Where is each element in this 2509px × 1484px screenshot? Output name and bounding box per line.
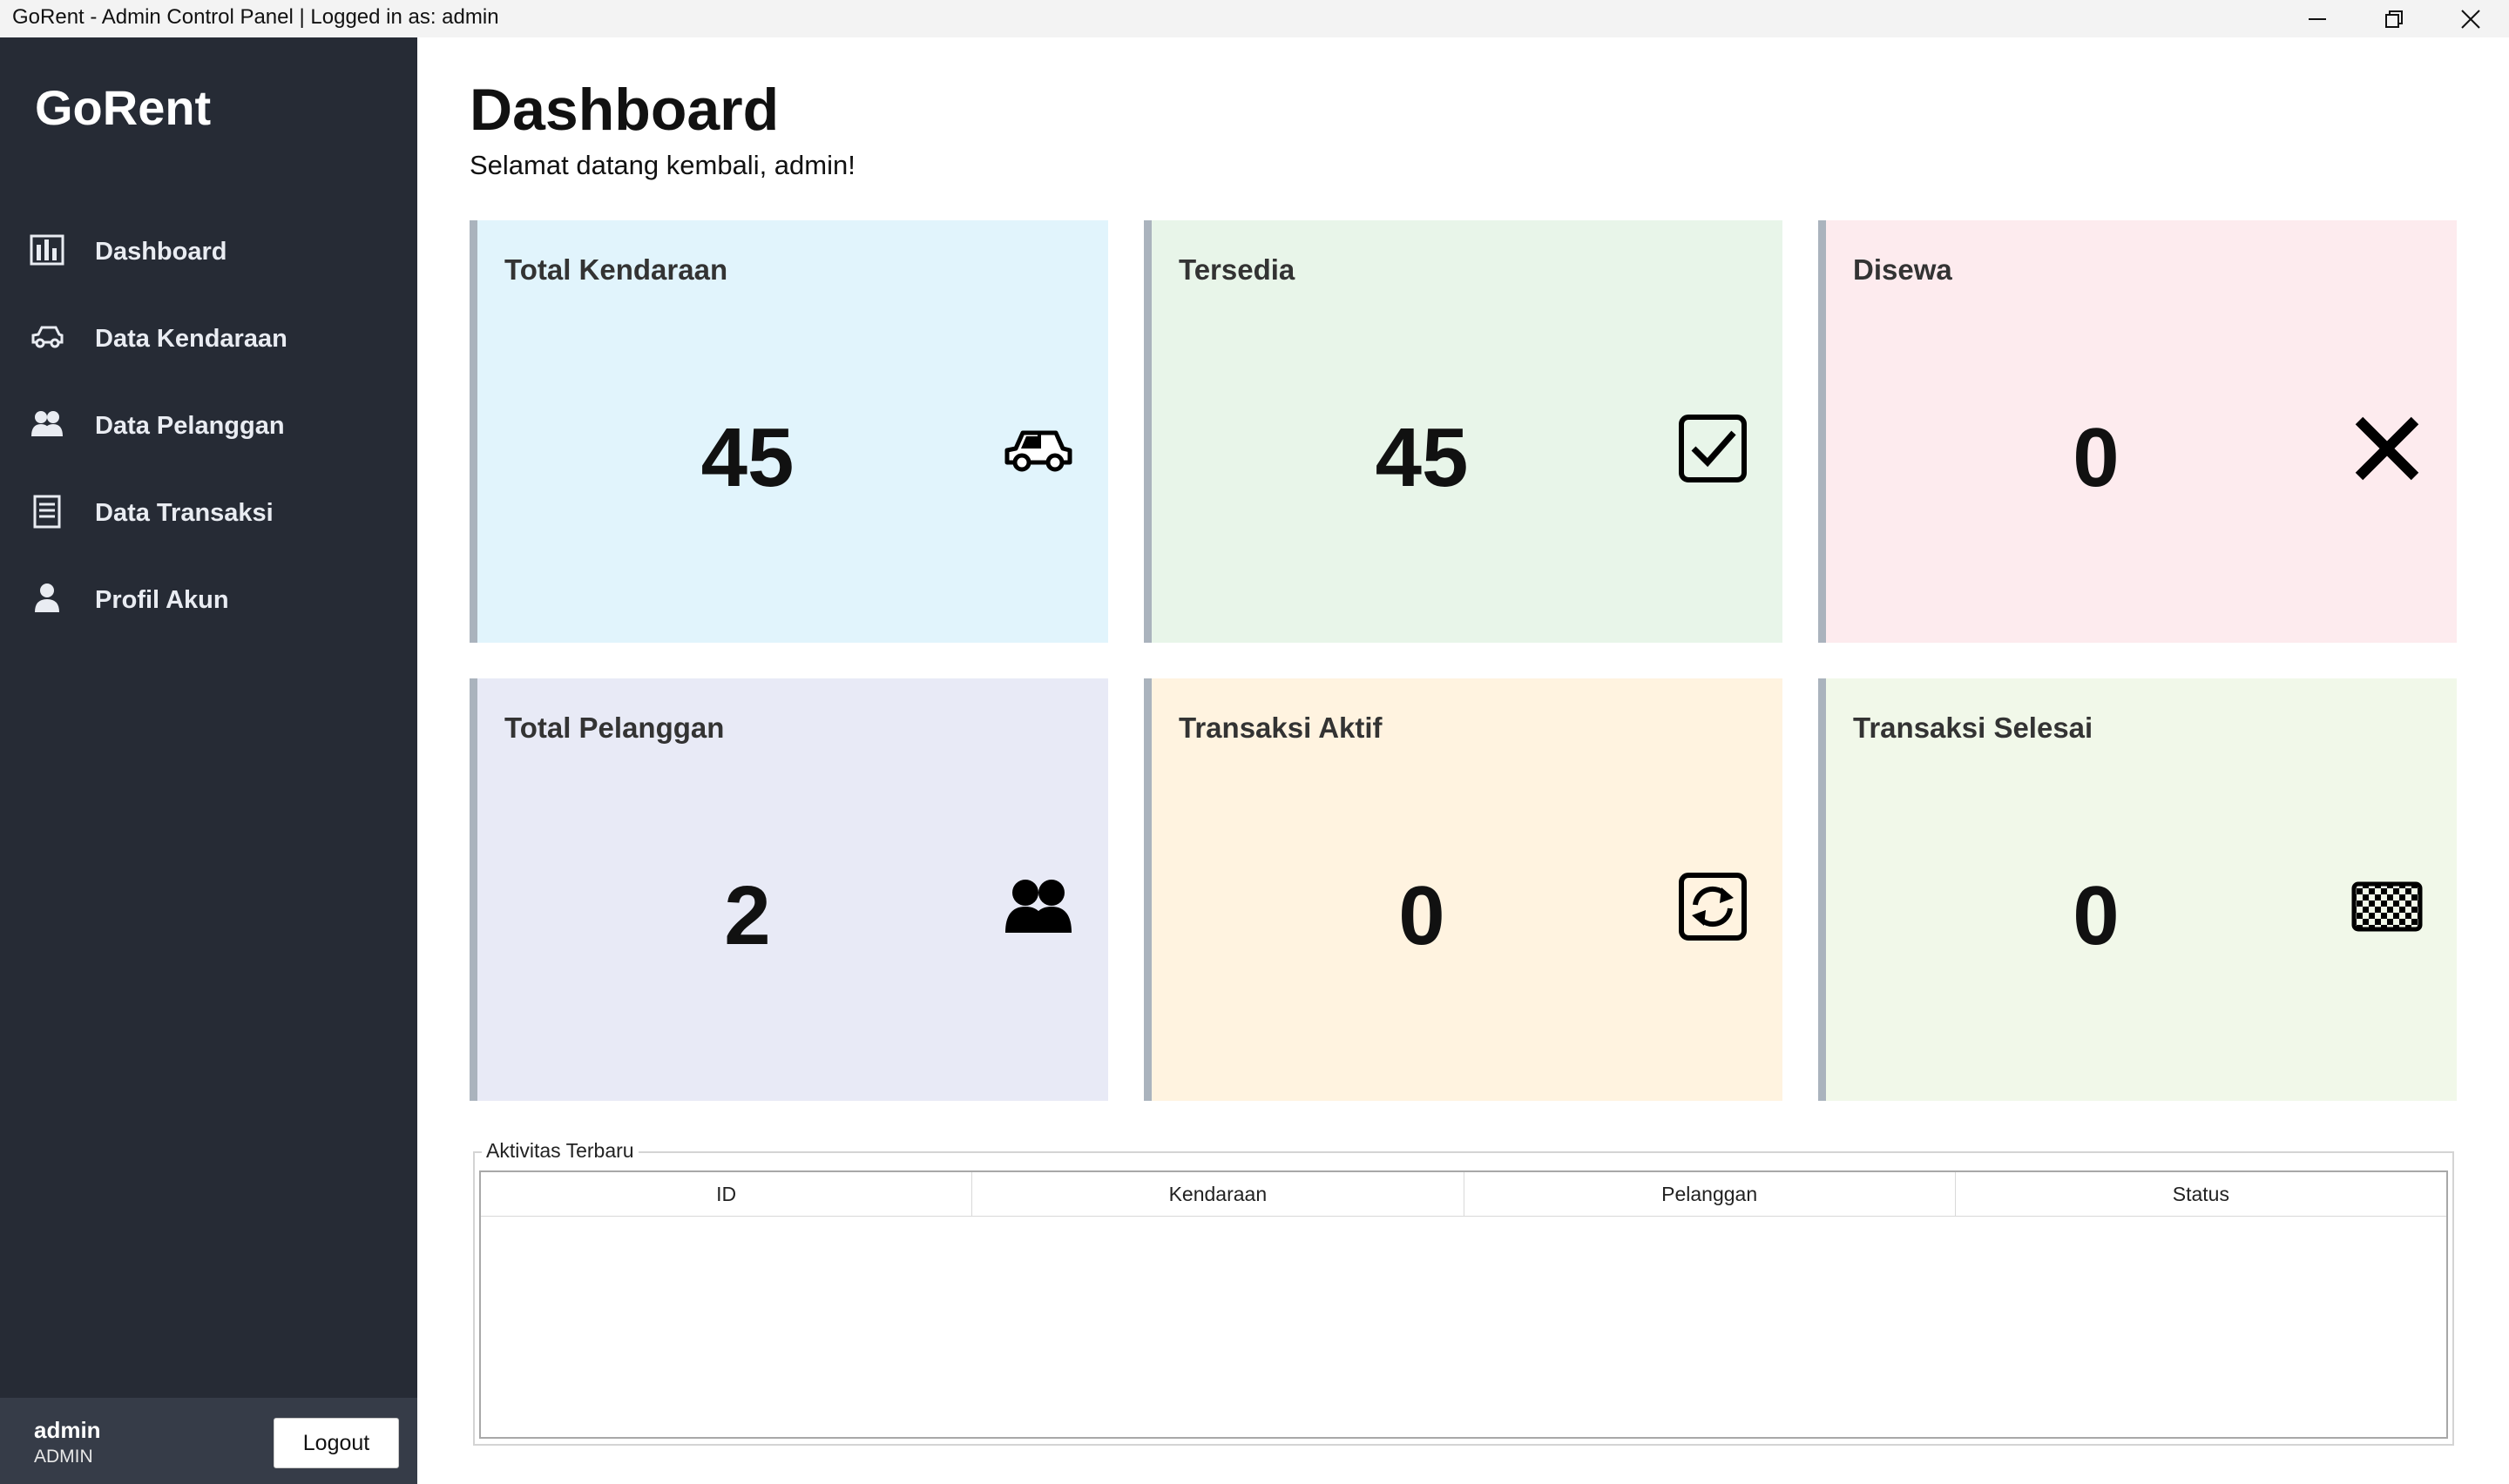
stat-card-tersedia: Tersedia 45 bbox=[1144, 220, 1782, 643]
column-header-kendaraan[interactable]: Kendaraan bbox=[972, 1172, 1464, 1216]
document-icon bbox=[33, 495, 61, 529]
card-title: Transaksi Selesai bbox=[1853, 712, 2093, 744]
users-icon bbox=[31, 411, 63, 436]
sidebar-item-data-kendaraan[interactable]: Data Kendaraan bbox=[0, 300, 417, 379]
card-title: Transaksi Aktif bbox=[1179, 712, 1383, 744]
window-title: GoRent - Admin Control Panel | Logged in… bbox=[12, 5, 499, 29]
card-title: Total Pelanggan bbox=[504, 712, 725, 744]
sidebar-item-label: Dashboard bbox=[95, 238, 227, 266]
sidebar: GoRent Dashboard Data Kendaraan Data Pel… bbox=[0, 37, 417, 1484]
brand-logo: GoRent bbox=[35, 80, 212, 135]
stat-card-transaksi-selesai: Transaksi Selesai 0 bbox=[1818, 678, 2457, 1101]
close-icon bbox=[2461, 10, 2480, 29]
sidebar-item-data-pelanggan[interactable]: Data Pelanggan bbox=[0, 388, 417, 466]
sidebar-item-label: Data Pelanggan bbox=[95, 412, 285, 440]
card-title: Tersedia bbox=[1179, 253, 1295, 286]
minimize-button[interactable] bbox=[2279, 0, 2356, 37]
stat-card-disewa: Disewa 0 bbox=[1818, 220, 2457, 643]
restore-icon bbox=[2385, 10, 2403, 28]
user-icon bbox=[35, 583, 59, 612]
bar-chart-icon bbox=[30, 234, 64, 266]
card-value: 0 bbox=[1398, 869, 1445, 962]
sidebar-item-label: Data Kendaraan bbox=[95, 325, 287, 353]
card-value: 0 bbox=[2073, 869, 2120, 962]
card-value: 45 bbox=[1375, 411, 1469, 504]
stat-card-transaksi-aktif: Transaksi Aktif 0 bbox=[1144, 678, 1782, 1101]
card-value: 45 bbox=[700, 411, 795, 504]
sidebar-item-data-transaksi[interactable]: Data Transaksi bbox=[0, 475, 417, 553]
card-title: Disewa bbox=[1853, 253, 1952, 286]
card-value: 2 bbox=[724, 869, 771, 962]
window-titlebar: GoRent - Admin Control Panel | Logged in… bbox=[0, 0, 2509, 37]
main-content: Dashboard Selamat datang kembali, admin!… bbox=[417, 37, 2509, 1484]
checkbox-icon bbox=[1679, 415, 1747, 482]
users-icon bbox=[1005, 880, 1072, 933]
logout-button[interactable]: Logout bbox=[274, 1418, 399, 1468]
welcome-text: Selamat datang kembali, admin! bbox=[470, 150, 855, 180]
x-icon bbox=[2355, 416, 2419, 481]
stat-card-total-kendaraan: Total Kendaraan 45 bbox=[470, 220, 1108, 643]
card-title: Total Kendaraan bbox=[504, 253, 728, 286]
car-icon bbox=[31, 326, 64, 348]
stat-card-total-pelanggan: Total Pelanggan 2 bbox=[470, 678, 1108, 1101]
recent-activity-group: Aktivitas Terbaru ID Kendaraan Pelanggan… bbox=[473, 1139, 2454, 1446]
column-header-pelanggan[interactable]: Pelanggan bbox=[1464, 1172, 1956, 1216]
user-name: admin bbox=[34, 1417, 101, 1443]
user-panel: admin ADMIN Logout bbox=[0, 1398, 417, 1484]
restore-button[interactable] bbox=[2356, 0, 2432, 37]
close-button[interactable] bbox=[2432, 0, 2509, 37]
sidebar-item-label: Data Transaksi bbox=[95, 499, 274, 527]
recent-activity-legend: Aktivitas Terbaru bbox=[482, 1139, 639, 1163]
column-header-id[interactable]: ID bbox=[481, 1172, 973, 1216]
refresh-icon bbox=[1679, 873, 1747, 941]
sidebar-item-label: Profil Akun bbox=[95, 586, 229, 614]
table-header: ID Kendaraan Pelanggan Status bbox=[481, 1172, 2446, 1217]
minimize-icon bbox=[2309, 18, 2326, 20]
checkered-flag-icon bbox=[2351, 881, 2423, 932]
card-value: 0 bbox=[2073, 411, 2120, 504]
sidebar-item-profil-akun[interactable]: Profil Akun bbox=[0, 562, 417, 640]
car-icon bbox=[1004, 430, 1072, 472]
page-title: Dashboard bbox=[470, 77, 780, 143]
activity-table[interactable]: ID Kendaraan Pelanggan Status bbox=[479, 1170, 2448, 1439]
user-role: ADMIN bbox=[34, 1447, 93, 1467]
column-header-status[interactable]: Status bbox=[1956, 1172, 2446, 1216]
sidebar-item-dashboard[interactable]: Dashboard bbox=[0, 213, 417, 292]
